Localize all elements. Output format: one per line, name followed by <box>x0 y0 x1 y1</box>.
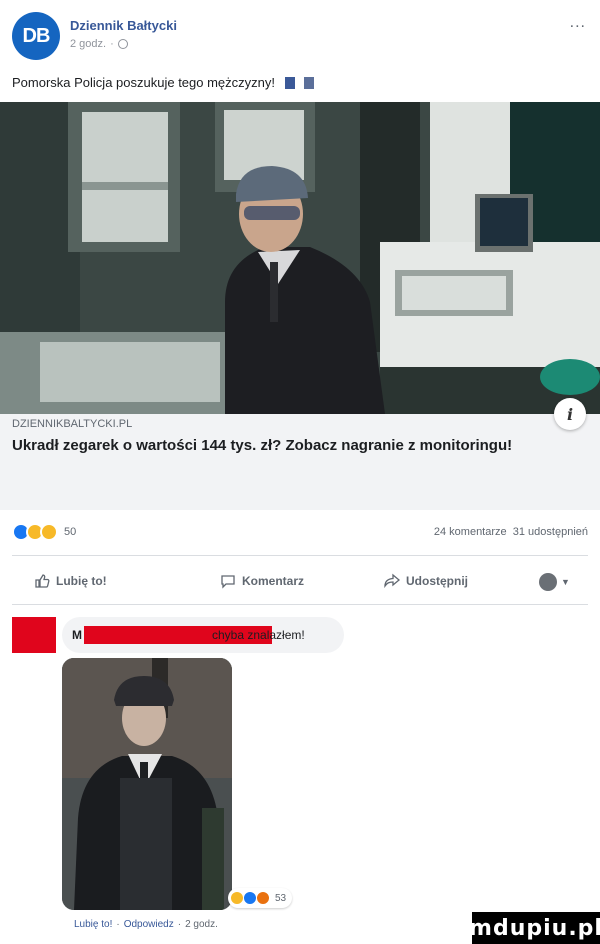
user-avatar <box>539 573 557 591</box>
more-options-button[interactable]: ... <box>570 14 586 32</box>
share-button[interactable]: Udostępnij <box>384 573 468 589</box>
comment-share-count: 24 komentarze 31 udostępnień <box>434 526 588 538</box>
post-meta: 2 godz. · <box>70 38 128 50</box>
post-text-content: Pomorska Policja poszukuje tego mężczyzn… <box>12 75 276 90</box>
haha-reaction-icon <box>230 891 244 905</box>
reaction-count[interactable]: 50 <box>64 526 76 538</box>
like-reaction-icon <box>243 891 257 905</box>
comment-icon <box>221 575 235 589</box>
like-button-label: Lubię to! <box>56 574 107 588</box>
chevron-down-icon: ▼ <box>561 577 570 587</box>
comment-reply-link[interactable]: Odpowiedz <box>124 919 174 930</box>
reactions-summary: 50 24 komentarze 31 udostępnień <box>12 523 588 545</box>
comment-like-link[interactable]: Lubię to! <box>74 919 112 930</box>
share-arrow-icon <box>384 573 400 589</box>
thumbs-up-icon <box>35 574 50 588</box>
link-domain: DZIENNIKBALTYCKI.PL <box>12 418 133 430</box>
comment-bubble: M chyba znalazłem! <box>62 617 344 653</box>
comment-reaction-count: 53 <box>275 892 287 904</box>
post-text: Pomorska Policja poszukuje tego mężczyzn… <box>12 75 315 90</box>
divider <box>12 555 588 556</box>
share-button-label: Udostępnij <box>406 574 468 588</box>
wow-reaction-icon <box>40 523 58 541</box>
watermark-logo: mdupiu.pl <box>469 912 600 944</box>
shares-count[interactable]: 31 udostępnień <box>513 526 588 538</box>
comment-text: chyba znalazłem! <box>212 628 305 642</box>
page-name-link[interactable]: Dziennik Bałtycki <box>70 18 177 33</box>
divider <box>12 604 588 605</box>
post-time[interactable]: 2 godz. <box>70 38 106 50</box>
comment-reactions[interactable]: 53 <box>228 888 293 908</box>
comment-image[interactable] <box>62 658 232 910</box>
comment-actions: Lubię to! · Odpowiedz · 2 godz. <box>74 919 218 930</box>
comment-author[interactable]: M <box>72 628 82 642</box>
like-button[interactable]: Lubię to! <box>34 573 107 589</box>
comment-button-label: Komentarz <box>242 574 305 588</box>
link-headline[interactable]: Ukradł zegarek o wartości 144 tys. zł? Z… <box>12 436 552 456</box>
comment-time[interactable]: 2 godz. <box>185 919 218 930</box>
post-header: DB Dziennik Bałtycki 2 godz. · ... <box>12 12 588 60</box>
police-emoji-icon <box>284 77 295 89</box>
comment-button[interactable]: Komentarz <box>220 573 304 589</box>
police-emoji-icon <box>304 77 315 89</box>
info-icon[interactable]: i <box>554 398 586 430</box>
comments-count[interactable]: 24 komentarze <box>434 526 507 538</box>
globe-icon <box>117 39 128 49</box>
reaction-as-selector[interactable]: ▼ <box>539 573 570 591</box>
reaction-icons[interactable] <box>12 523 58 541</box>
cctv-photo <box>0 102 600 414</box>
page-avatar[interactable]: DB <box>12 12 60 60</box>
post-action-bar: Lubię to! Komentarz Udostępnij ▼ <box>12 563 588 597</box>
angry-reaction-icon <box>256 891 270 905</box>
commenter-avatar[interactable] <box>12 617 56 653</box>
link-preview-card[interactable]: i DZIENNIKBALTYCKI.PL Ukradł zegarek o w… <box>0 102 600 510</box>
